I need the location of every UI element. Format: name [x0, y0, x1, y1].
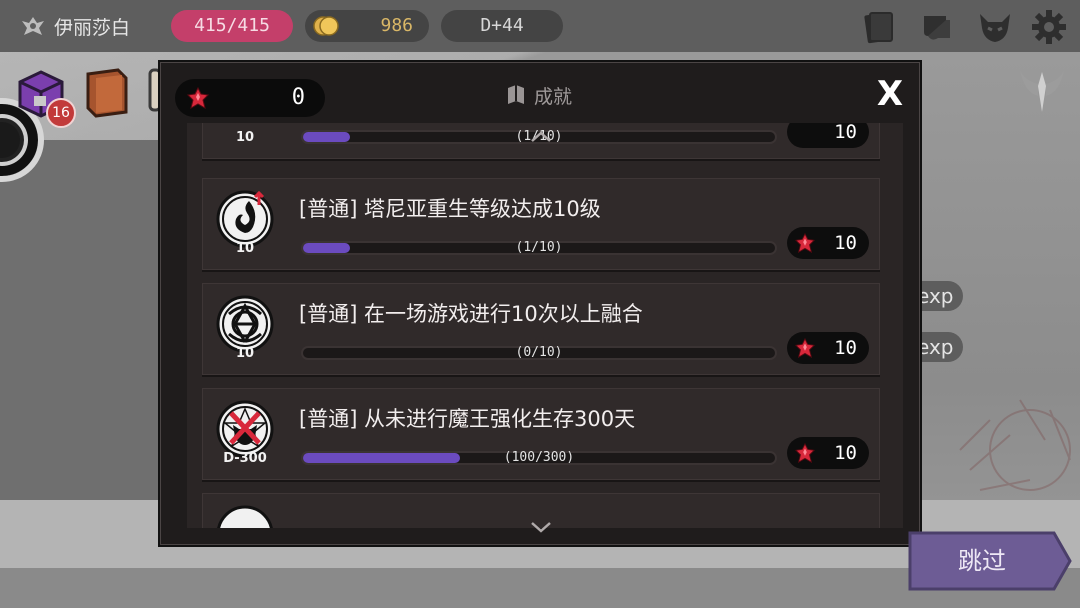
- card-deck-icon[interactable]: [860, 8, 898, 46]
- reward-amount: 10: [834, 442, 857, 464]
- achievement-list[interactable]: 10 (1/10) 10 10 [普通] 塔尼亚重生等级达成10级 (1/10)…: [187, 123, 903, 528]
- day-counter: D+44: [441, 10, 563, 42]
- dialog-title: 成就: [506, 81, 572, 109]
- player-name-group[interactable]: 伊丽莎白: [20, 10, 130, 42]
- reward-amount: 10: [834, 123, 857, 143]
- reward-badge[interactable]: 10: [787, 227, 869, 259]
- scroll-book-icon[interactable]: [918, 8, 956, 46]
- player-name: 伊丽莎白: [54, 16, 131, 39]
- chest-count-badge: 16: [46, 98, 76, 128]
- achievement-card: D-300 [普通] 从未进行魔王强化生存300天 (100/300) 10: [202, 388, 880, 480]
- medal-label: 10: [235, 346, 255, 361]
- skip-button-label: 跳过: [958, 547, 1006, 575]
- gem-counter: 0: [175, 79, 325, 117]
- achievement-dialog: 0 成就 X 10 (1/10) 10 10 [普通] 塔尼亚重生等级达成10级…: [160, 62, 920, 545]
- gem-count: 0: [291, 85, 305, 110]
- medal-icon: [217, 505, 273, 528]
- coin-stack-icon: [313, 16, 339, 36]
- reward-badge[interactable]: 10: [787, 332, 869, 364]
- flame-rebirth-icon: [216, 190, 274, 248]
- spellbook-icon[interactable]: [82, 66, 132, 120]
- fusion-knot-icon: [216, 295, 274, 353]
- dialog-title-text: 成就: [534, 85, 573, 108]
- achievement-title: [普通] 从未进行魔王强化生存300天: [299, 407, 636, 431]
- settings-gear-icon[interactable]: [1030, 8, 1068, 46]
- red-gem-icon: [187, 87, 209, 109]
- achievement-title: [普通] 塔尼亚重生等级达成10级: [299, 197, 601, 221]
- rune-circle-decoration: [959, 399, 1071, 491]
- medal-label: D-300: [223, 451, 267, 466]
- scroll-down-chevron-icon[interactable]: [529, 521, 553, 535]
- demon-mask-icon[interactable]: [976, 8, 1014, 46]
- progress-text: (0/10): [515, 345, 563, 360]
- hp-pill: 415/415: [171, 10, 293, 42]
- book-icon: [508, 85, 524, 104]
- gold-pill: 986: [305, 10, 429, 42]
- red-gem-icon: [795, 233, 815, 253]
- crossed-demon-icon: [216, 400, 274, 458]
- reward-amount: 10: [834, 232, 857, 254]
- red-gem-icon: [795, 443, 815, 463]
- medal-label: 10: [235, 241, 255, 256]
- progress-text: (1/10): [515, 240, 563, 255]
- gold-amount: 986: [380, 15, 413, 36]
- top-hud: 伊丽莎白 415/415 986 D+44: [0, 0, 1080, 52]
- achievement-card: 10 [普通] 在一场游戏进行10次以上融合 (0/10) 10: [202, 283, 880, 375]
- medal-label: 10: [235, 130, 255, 145]
- scroll-up-chevron-icon[interactable]: [529, 129, 553, 143]
- reward-badge[interactable]: 10: [787, 437, 869, 469]
- reward-badge[interactable]: 10: [787, 123, 869, 148]
- achievement-card: 10 [普通] 塔尼亚重生等级达成10级 (1/10) 10: [202, 178, 880, 270]
- scene-shadow-left: [0, 140, 170, 500]
- progress-text: (100/300): [503, 450, 575, 465]
- skip-button[interactable]: 跳过: [908, 531, 1072, 591]
- reward-amount: 10: [834, 337, 857, 359]
- red-gem-icon: [795, 338, 815, 358]
- demon-crest-icon: [22, 17, 44, 35]
- close-button[interactable]: X: [873, 77, 907, 111]
- winged-sword-emblem-icon[interactable]: [1016, 66, 1068, 118]
- achievement-title: [普通] 在一场游戏进行10次以上融合: [299, 302, 643, 326]
